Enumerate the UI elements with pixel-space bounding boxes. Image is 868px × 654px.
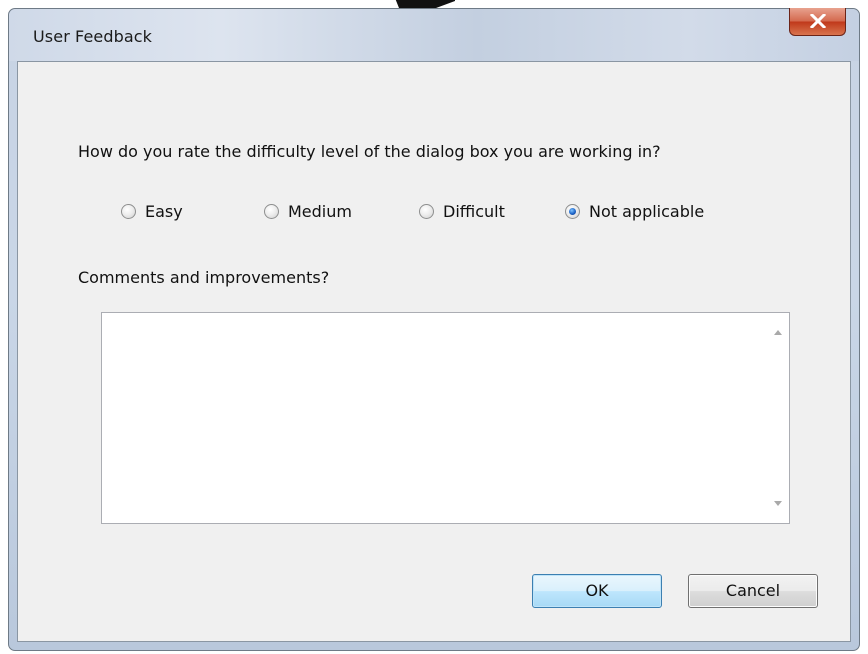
radio-not-applicable[interactable]: Not applicable <box>565 199 704 223</box>
radio-label-easy: Easy <box>145 201 183 221</box>
title-bar[interactable]: User Feedback <box>9 8 859 61</box>
radio-label-not-applicable: Not applicable <box>589 201 705 221</box>
radio-difficult[interactable]: Difficult <box>419 199 505 223</box>
radio-medium[interactable]: Medium <box>264 199 352 223</box>
cancel-button[interactable]: Cancel <box>688 574 818 608</box>
comments-textarea[interactable] <box>101 312 790 524</box>
radio-button-easy[interactable] <box>121 203 136 219</box>
window-title: User Feedback <box>33 27 153 46</box>
textarea-scrollbar[interactable] <box>768 313 789 523</box>
radio-label-medium: Medium <box>288 201 352 221</box>
ok-button[interactable]: OK <box>532 574 662 608</box>
scroll-down-arrow-icon[interactable] <box>774 501 782 506</box>
dialog-client-area: How do you rate the difficulty level of … <box>17 61 851 642</box>
radio-button-difficult[interactable] <box>419 203 434 219</box>
difficulty-question: How do you rate the difficulty level of … <box>78 142 661 161</box>
close-button[interactable] <box>789 8 846 36</box>
scroll-up-arrow-icon[interactable] <box>774 330 782 335</box>
radio-button-medium[interactable] <box>264 203 279 219</box>
comments-label: Comments and improvements? <box>78 268 330 287</box>
radio-button-not-applicable[interactable] <box>565 203 580 219</box>
radio-easy[interactable]: Easy <box>121 199 183 223</box>
close-icon <box>810 14 826 28</box>
radio-label-difficult: Difficult <box>443 201 505 221</box>
dialog-window: User Feedback How do you rate the diffic… <box>8 8 860 651</box>
